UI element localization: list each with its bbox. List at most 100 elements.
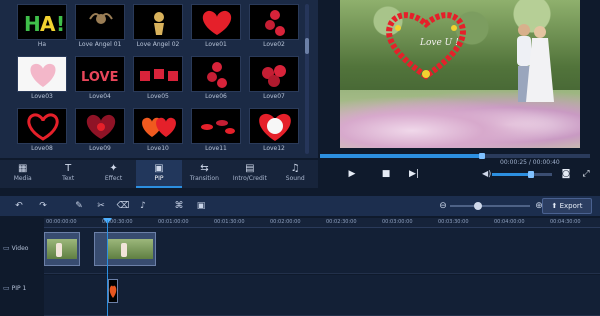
pip-track-label: PIP 1 bbox=[11, 285, 27, 292]
library-item-label: Love Angel 01 bbox=[78, 41, 122, 48]
tab-intro-credit[interactable]: ▤ Intro/Credit bbox=[227, 160, 272, 188]
stop-button[interactable]: ■ bbox=[378, 166, 394, 182]
ruler-tick-label: 00:01:00:00 bbox=[158, 219, 189, 225]
library-item-thumbnail: H A! bbox=[17, 4, 67, 40]
preview-window: Love U ! bbox=[340, 0, 580, 148]
library-item-label: Love01 bbox=[205, 41, 227, 48]
clapper-icon: ▤ bbox=[245, 163, 255, 174]
library-item-label: Love Angel 02 bbox=[136, 41, 180, 48]
ruler-tick-label: 00:04:30:00 bbox=[550, 219, 581, 225]
tab-pip[interactable]: ▣ PIP bbox=[136, 160, 182, 188]
fullscreen-icon[interactable]: ⤢ bbox=[578, 166, 594, 182]
library-item[interactable]: Love09 bbox=[72, 108, 128, 158]
tab-label: Effect bbox=[104, 175, 123, 182]
snapshot-icon[interactable]: ◙ bbox=[558, 166, 574, 182]
video-track[interactable] bbox=[44, 228, 600, 274]
magic-wand-icon: ✦ bbox=[109, 163, 118, 174]
tab-effect[interactable]: ✦ Effect bbox=[91, 160, 136, 188]
tab-transition[interactable]: ⇆ Transition bbox=[182, 160, 227, 188]
redo-icon[interactable]: ↷ bbox=[36, 199, 50, 213]
playhead[interactable] bbox=[107, 220, 108, 316]
library-item-label: Love02 bbox=[263, 41, 285, 48]
ruler-tick-label: 00:03:00:00 bbox=[382, 219, 413, 225]
text-icon: T bbox=[65, 163, 72, 174]
library-item-thumbnail bbox=[249, 56, 299, 92]
library-item[interactable]: LOVE Love04 bbox=[72, 56, 128, 106]
pip-icon: ▣ bbox=[154, 163, 164, 174]
microphone-icon[interactable]: ♪ bbox=[136, 199, 150, 213]
pip-clip[interactable] bbox=[108, 279, 118, 303]
couple-image bbox=[517, 24, 554, 102]
video-clip[interactable] bbox=[94, 232, 156, 266]
library-item[interactable]: Love06 bbox=[188, 56, 244, 106]
timeline-ruler[interactable]: 00:00:00:00 00:00:30:00 00:01:00:00 00:01:3… bbox=[44, 218, 600, 228]
library-item-thumbnail bbox=[133, 108, 183, 144]
svg-text:!: ! bbox=[56, 12, 65, 36]
preview-timecode: 00:00:25 / 00:00:40 bbox=[500, 159, 560, 166]
library-item-label: Love11 bbox=[205, 145, 227, 152]
library-item[interactable]: Love02 bbox=[246, 4, 302, 54]
export-button[interactable]: ⬆ Export bbox=[542, 198, 592, 214]
volume-slider[interactable] bbox=[492, 171, 552, 178]
library-item[interactable]: Love03 bbox=[14, 56, 70, 106]
cut-icon[interactable]: ✂ bbox=[94, 199, 108, 213]
library-item-thumbnail bbox=[191, 4, 241, 40]
category-tabs: ▦ Media T Text ✦ Effect ▣ PIP ⇆ Transition ▤ Intro/… bbox=[0, 160, 318, 188]
library-item[interactable]: Love01 bbox=[188, 4, 244, 54]
video-editor-app: H A! Ha Love Angel 01 Love Angel 02 Love01 Lov… bbox=[0, 0, 600, 316]
timeline-toolbar: ↶ ↷ ✎ ✂ ⌫ ♪ ⌘ ▣ ⊖ ⊕ ⬆ Export bbox=[0, 196, 600, 216]
library-item-thumbnail bbox=[133, 56, 183, 92]
library-item[interactable]: Love10 bbox=[130, 108, 186, 158]
pip-clip-heart-thumbnail bbox=[109, 285, 117, 298]
library-item-label: Love12 bbox=[263, 145, 285, 152]
library-item[interactable]: Love Angel 01 bbox=[72, 4, 128, 54]
tab-label: Text bbox=[62, 175, 75, 182]
edit-icon[interactable]: ✎ bbox=[72, 199, 86, 213]
ruler-tick-label: 00:03:30:00 bbox=[438, 219, 469, 225]
ruler-tick-label: 00:02:00:00 bbox=[270, 219, 301, 225]
svg-text:LOVE: LOVE bbox=[81, 70, 118, 85]
tab-label: PIP bbox=[154, 175, 164, 182]
tab-media[interactable]: ▦ Media bbox=[0, 160, 45, 188]
library-item[interactable]: Love05 bbox=[130, 56, 186, 106]
library-item[interactable]: Love07 bbox=[246, 56, 302, 106]
ruler-tick-label: 00:01:30:00 bbox=[214, 219, 245, 225]
play-button[interactable]: ▶ bbox=[344, 166, 360, 182]
library-item[interactable]: Love12 bbox=[246, 108, 302, 158]
scissors-split-icon[interactable]: ⌘ bbox=[172, 199, 186, 213]
svg-text:A: A bbox=[40, 12, 56, 36]
library-item-thumbnail bbox=[17, 56, 67, 92]
tab-text[interactable]: T Text bbox=[45, 160, 90, 188]
pip-track-icon: ▭ bbox=[3, 284, 10, 292]
undo-icon[interactable]: ↶ bbox=[12, 199, 26, 213]
library-item[interactable]: H A! Ha bbox=[14, 4, 70, 54]
ruler-tick-label: 00:02:30:00 bbox=[326, 219, 357, 225]
library-item-thumbnail bbox=[191, 56, 241, 92]
tab-sound[interactable]: ♫ Sound bbox=[273, 160, 318, 188]
library-item[interactable]: Love11 bbox=[188, 108, 244, 158]
library-item[interactable]: Love08 bbox=[14, 108, 70, 158]
library-item[interactable]: Love Angel 02 bbox=[130, 4, 186, 54]
pip-track[interactable] bbox=[44, 275, 600, 316]
ruler-tick-label: 00:04:00:00 bbox=[494, 219, 525, 225]
library-item-thumbnail bbox=[249, 108, 299, 144]
tab-label: Transition bbox=[189, 175, 219, 182]
library-item-label: Love07 bbox=[263, 93, 285, 100]
next-frame-button[interactable]: ▶| bbox=[406, 166, 422, 182]
delete-icon[interactable]: ⌫ bbox=[116, 199, 130, 213]
preview-scrubber[interactable] bbox=[320, 153, 590, 159]
zoom-out-icon[interactable]: ⊖ bbox=[436, 199, 450, 213]
library-item-thumbnail bbox=[75, 108, 125, 144]
library-item-label: Love09 bbox=[89, 145, 111, 152]
library-item-thumbnail bbox=[133, 4, 183, 40]
tab-label: Sound bbox=[285, 175, 305, 182]
library-item-label: Love08 bbox=[31, 145, 53, 152]
library-scrollbar[interactable] bbox=[305, 4, 309, 154]
video-clip[interactable] bbox=[44, 232, 80, 266]
record-screen-icon[interactable]: ▣ bbox=[194, 199, 208, 213]
library-item-thumbnail bbox=[75, 4, 125, 40]
volume-icon[interactable]: ◀) bbox=[482, 169, 491, 178]
timeline-zoom-slider[interactable] bbox=[450, 202, 530, 210]
video-track-label: Video bbox=[11, 245, 29, 252]
library-item-label: Love03 bbox=[31, 93, 53, 100]
